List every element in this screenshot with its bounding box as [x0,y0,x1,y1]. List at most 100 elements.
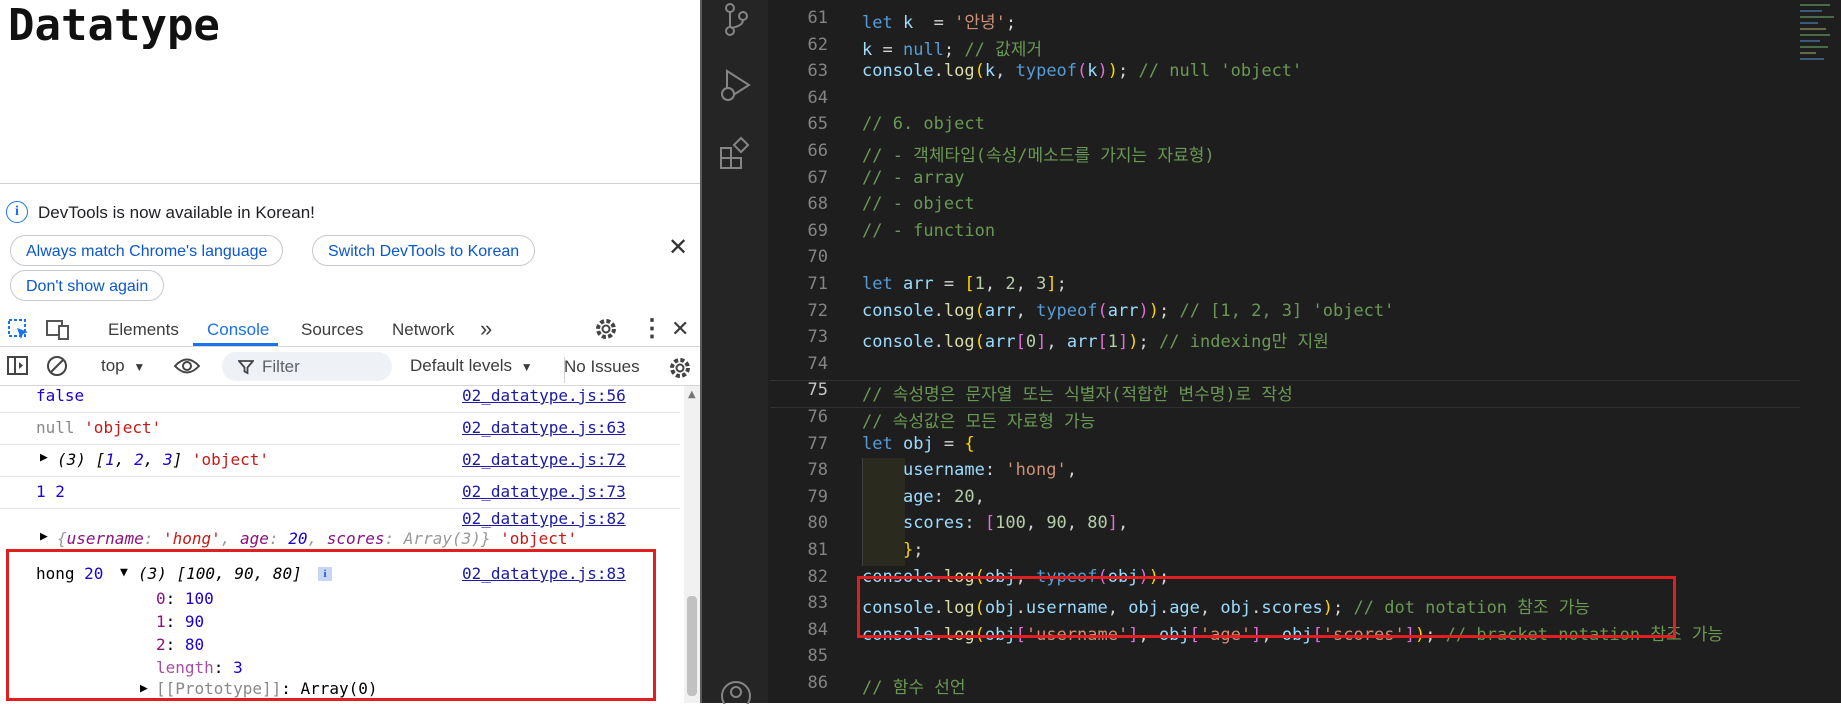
log-value: false [36,386,85,405]
code-token: k [1087,61,1098,82]
object-key: username [66,529,144,548]
code-line[interactable]: // 6. object [862,114,985,134]
run-debug-icon[interactable] [718,68,754,104]
code-token: = [872,39,903,60]
code-token: // null 'object' [1128,61,1303,82]
more-tabs-chevron-icon[interactable]: » [480,316,492,342]
code-token: , [1046,332,1067,353]
code-token: obj [902,433,934,454]
code-token: // - array [862,167,965,188]
console-settings-gear-icon[interactable] [668,356,692,380]
code-token: let [862,433,903,454]
code-token: ) [1107,61,1119,82]
code-token: ; [1005,13,1017,33]
code-line[interactable]: scores: [100, 90, 80], [862,513,1128,533]
code-line[interactable]: let k = '안녕'; [862,8,1016,33]
typeof-string: 'object' [191,450,269,469]
code-line[interactable]: let obj = { [862,434,975,454]
context-selector[interactable]: top ▼ [101,356,145,376]
dont-show-again-button[interactable]: Don't show again [10,270,165,301]
expand-triangle-icon[interactable]: ▶ [40,450,48,465]
inspect-element-icon[interactable] [8,319,30,341]
live-expression-eye-icon[interactable] [174,357,200,375]
line-number: 84 [807,619,828,640]
extensions-icon[interactable] [718,136,754,172]
banner-message: DevTools is now available in Korean! [38,203,315,222]
code-token: ] [1118,332,1129,353]
line-number: 74 [807,353,828,374]
line-number: 67 [807,167,828,188]
code-line[interactable]: console.log(arr[0], arr[1]); // indexing… [862,327,1329,352]
code-token: , [1015,274,1037,294]
issues-counter[interactable]: No Issues [564,357,640,377]
scrollbar-thumb[interactable] [687,596,697,696]
source-link[interactable]: 02_datatype.js:72 [462,450,626,469]
tab-elements[interactable]: Elements [108,320,179,340]
always-match-language-button[interactable]: Always match Chrome's language [10,235,284,266]
devtools-close-icon[interactable]: ✕ [671,316,689,342]
line-number: 68 [807,194,828,215]
array-item: 1 [105,450,115,469]
code-line[interactable]: // 함수 선언 [862,673,966,698]
scroll-up-arrow-icon[interactable]: ▲ [688,389,696,400]
tab-sources[interactable]: Sources [301,320,363,340]
code-token: console [862,332,934,353]
source-link[interactable]: 02_datatype.js:82 [462,509,626,528]
clear-console-icon[interactable] [46,355,68,377]
code-line[interactable]: }; [862,540,924,560]
tab-network[interactable]: Network [392,320,454,340]
console-row: false 02_datatype.js:56 [0,386,680,413]
settings-gear-icon[interactable] [594,317,618,341]
code-token: // indexing만 지원 [1148,332,1329,353]
code-line[interactable]: age: 20, [862,487,985,507]
code-line[interactable]: // - 객체타입(속성/메소드를 가지는 자료형) [862,141,1215,166]
accounts-icon[interactable] [718,678,754,704]
code-token: [ [1015,332,1026,353]
source-link[interactable]: 02_datatype.js:63 [462,418,626,437]
code-token: , [995,61,1016,82]
code-line[interactable]: k = null; // 값제거 [862,35,1042,60]
tab-console[interactable]: Console [207,320,269,340]
code-line[interactable]: console.log(arr, typeof(arr)); // [1, 2,… [862,301,1394,321]
code-line[interactable]: // - function [862,221,995,241]
code-token: log [943,332,975,353]
code-token: 1 [974,274,985,294]
source-control-icon[interactable] [722,2,750,38]
switch-to-korean-button[interactable]: Switch DevTools to Korean [312,235,536,266]
code-token: k [984,61,996,82]
code-token: // 속성명은 문자열 또는 식별자(적합한 변수명)로 작성 [862,385,1293,406]
source-link[interactable]: 02_datatype.js:56 [462,386,626,405]
typeof-string: 'object' [500,529,578,548]
code-line[interactable]: // - array [862,168,964,188]
code-token: // [1, 2, 3] 'object' [1169,300,1395,321]
code-token: , [1118,513,1129,534]
log-levels-dropdown[interactable]: Default levels ▼ [410,356,533,376]
banner-close-icon[interactable]: ✕ [668,233,688,261]
console-row: 1 2 02_datatype.js:73 [0,477,680,509]
code-token: // 6. object [862,114,985,135]
expand-triangle-icon[interactable]: ▶ [40,529,48,544]
line-number: 71 [807,274,828,294]
line-number: 78 [807,460,828,481]
more-options-icon[interactable]: ⋮ [640,314,664,343]
code-line[interactable]: console.log(k, typeof(k)); // null 'obje… [862,61,1302,81]
devtools-divider[interactable] [0,183,700,184]
minimap[interactable] [1800,0,1841,703]
minimap-visible-region[interactable] [1800,0,1834,110]
code-line[interactable]: username: 'hong', [862,460,1077,480]
code-line[interactable]: // 속성값은 모든 자료형 가능 [862,407,1095,432]
typeof-string: 'object' [84,418,162,437]
console-row: ▶ (3) [1, 2, 3] 'object' 02_datatype.js:… [0,445,680,477]
log-levels-label: Default levels [410,356,513,375]
code-line[interactable]: let arr = [1, 2, 3]; [862,274,1067,294]
code-token: // 속성값은 모든 자료형 가능 [862,412,1096,432]
sidebar-toggle-icon[interactable] [7,356,29,376]
source-link[interactable]: 02_datatype.js:73 [462,482,626,501]
code-line[interactable]: // 속성명은 문자열 또는 식별자(적합한 변수명)로 작성 [862,380,1293,405]
code-line[interactable]: // - object [862,194,975,214]
code-token: ) [1097,61,1108,82]
device-toolbar-icon[interactable] [46,319,70,341]
code-token: ; [913,540,924,560]
